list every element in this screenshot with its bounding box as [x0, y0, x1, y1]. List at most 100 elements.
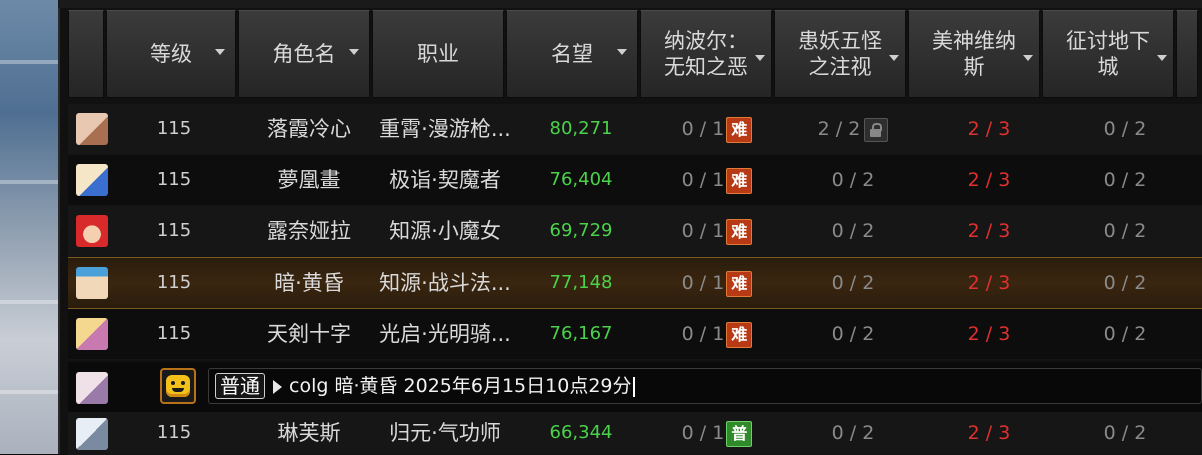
table-header: 等级 角色名 职业 名望 纳波尔： 无知之恶 患妖五怪 之注视 美神维纳 斯 征… [68, 10, 1202, 98]
sort-arrow-icon[interactable] [1157, 55, 1167, 61]
header-overflow-column [1176, 10, 1198, 98]
panel-top-border [58, 0, 1202, 8]
level-value: 115 [156, 323, 192, 344]
header-dungeon-conquest-label: 征讨地下 城 [1066, 29, 1150, 79]
header-dungeon-venus[interactable]: 美神维纳 斯 [908, 10, 1040, 98]
chat-channel-button[interactable]: 普通 [215, 373, 265, 399]
header-dungeon-nabel-label: 纳波尔： 无知之恶 [664, 29, 748, 79]
dungeon-nabel-progress: 0 / 1难 [650, 309, 784, 359]
character-name: 暗·黄昏 [274, 271, 344, 295]
difficulty-badge: 难 [726, 321, 753, 348]
character-name: 夢凰畫 [277, 168, 341, 192]
header-avatar-column [68, 10, 104, 98]
class-name: 归元·气功师 [389, 421, 501, 445]
background-scenery [0, 0, 58, 454]
level-value: 115 [156, 118, 192, 139]
dungeon-five-demons-progress: 0 / 2 [831, 169, 875, 191]
level-value: 115 [156, 272, 192, 293]
level-value: 115 [156, 169, 192, 190]
character-name: 露奈娅拉 [267, 219, 351, 243]
character-name: 落霞冷心 [267, 117, 351, 141]
fame-value: 80,271 [549, 118, 613, 139]
dungeon-venus-progress: 2 / 3 [967, 118, 1011, 140]
header-dungeon-nabel[interactable]: 纳波尔： 无知之恶 [640, 10, 772, 98]
dungeon-conquest-progress: 0 / 2 [1103, 272, 1147, 294]
avatar [76, 215, 108, 247]
header-class[interactable]: 职业 [372, 10, 504, 98]
dungeon-five-demons-progress: 0 / 2 [831, 323, 875, 345]
avatar [76, 372, 108, 404]
sort-arrow-icon[interactable] [215, 49, 225, 55]
channel-arrow-icon [273, 380, 282, 394]
dungeon-nabel-progress: 0 / 1难 [650, 155, 784, 205]
dungeon-conquest-progress: 0 / 2 [1103, 220, 1147, 242]
chat-input-text: colg 暗·黄昏 2025年6月15日10点29分 [289, 369, 635, 403]
dungeon-five-demons-progress: 0 / 2 [831, 220, 875, 242]
dungeon-conquest-progress: 0 / 2 [1103, 323, 1147, 345]
character-rows-below: 115 琳芙斯 归元·气功师 66,344 0 / 1普 0 / 2 2 / 3… [68, 412, 1202, 455]
character-row[interactable]: 115 落霞冷心 重霄·漫游枪... 80,271 0 / 1难 2 / 2 2… [68, 104, 1202, 155]
class-name: 极诣·契魔者 [389, 168, 501, 192]
header-class-label: 职业 [417, 42, 459, 66]
difficulty-badge: 难 [726, 270, 753, 297]
chat-input-row: 普通 colg 暗·黄昏 2025年6月15日10点29分 [68, 362, 1202, 412]
dungeon-venus-progress: 2 / 3 [967, 422, 1011, 444]
sort-arrow-icon[interactable] [349, 49, 359, 55]
header-dungeon-five-demons[interactable]: 患妖五怪 之注视 [774, 10, 906, 98]
sort-arrow-icon[interactable] [755, 55, 765, 61]
avatar [76, 267, 108, 299]
dungeon-nabel-progress: 0 / 1难 [650, 206, 784, 256]
character-row[interactable]: 115 夢凰畫 极诣·契魔者 76,404 0 / 1难 0 / 2 2 / 3… [68, 155, 1202, 206]
fame-value: 77,148 [549, 272, 613, 293]
avatar [76, 164, 108, 196]
fame-value: 69,729 [549, 220, 613, 241]
header-level[interactable]: 等级 [106, 10, 236, 98]
class-name: 光启·光明骑... [379, 322, 511, 346]
dungeon-nabel-progress: 0 / 1难 [650, 258, 784, 308]
level-value: 115 [156, 220, 192, 241]
character-rows: 115 落霞冷心 重霄·漫游枪... 80,271 0 / 1难 2 / 2 2… [68, 104, 1202, 360]
class-name: 知源·战斗法... [379, 271, 511, 295]
difficulty-badge: 难 [726, 116, 753, 143]
progress-count: 0 / 1 [681, 169, 725, 191]
character-row[interactable]: 115 露奈娅拉 知源·小魔女 69,729 0 / 1难 0 / 2 2 / … [68, 206, 1202, 257]
emoji-button[interactable] [160, 368, 196, 404]
character-name: 天剣十字 [267, 322, 351, 346]
progress-count: 2 / 2 [817, 118, 861, 140]
dungeon-five-demons-progress: 0 / 2 [831, 422, 875, 444]
progress-count: 0 / 1 [681, 118, 725, 140]
header-fame-label: 名望 [551, 42, 593, 66]
difficulty-badge: 普 [726, 420, 753, 447]
header-dungeon-venus-label: 美神维纳 斯 [932, 29, 1016, 79]
character-row-selected[interactable]: 115 暗·黄昏 知源·战斗法... 77,148 0 / 1难 0 / 2 2… [68, 257, 1202, 309]
dungeon-conquest-progress: 0 / 2 [1103, 422, 1147, 444]
chat-message: colg 暗·黄昏 2025年6月15日10点29分 [289, 375, 632, 397]
sort-arrow-icon[interactable] [889, 55, 899, 61]
dungeon-five-demons-progress: 2 / 2 [786, 104, 920, 154]
dungeon-venus-progress: 2 / 3 [967, 169, 1011, 191]
fame-value: 66,344 [549, 422, 613, 443]
difficulty-badge: 难 [726, 218, 753, 245]
text-caret [632, 376, 635, 397]
lock-icon [864, 117, 889, 142]
header-dungeon-conquest[interactable]: 征讨地下 城 [1042, 10, 1174, 98]
progress-count: 0 / 1 [681, 323, 725, 345]
sort-arrow-icon[interactable] [1023, 55, 1033, 61]
chat-input[interactable]: 普通 colg 暗·黄昏 2025年6月15日10点29分 [208, 368, 1202, 404]
class-name: 重霄·漫游枪... [379, 117, 511, 141]
class-name: 知源·小魔女 [389, 219, 501, 243]
header-dungeon-five-demons-label: 患妖五怪 之注视 [798, 29, 882, 79]
header-character-name[interactable]: 角色名 [238, 10, 370, 98]
dungeon-conquest-progress: 0 / 2 [1103, 169, 1147, 191]
character-row[interactable]: 115 琳芙斯 归元·气功师 66,344 0 / 1普 0 / 2 2 / 3… [68, 412, 1202, 455]
dungeon-nabel-progress: 0 / 1难 [650, 104, 784, 154]
dungeon-conquest-progress: 0 / 2 [1103, 118, 1147, 140]
fame-value: 76,404 [549, 169, 613, 190]
header-fame[interactable]: 名望 [506, 10, 638, 98]
sort-arrow-icon[interactable] [617, 49, 627, 55]
progress-count: 0 / 1 [681, 422, 725, 444]
progress-count: 0 / 1 [681, 220, 725, 242]
level-value: 115 [156, 422, 192, 443]
difficulty-badge: 难 [726, 167, 753, 194]
character-row[interactable]: 115 天剣十字 光启·光明骑... 76,167 0 / 1难 0 / 2 2… [68, 309, 1202, 360]
